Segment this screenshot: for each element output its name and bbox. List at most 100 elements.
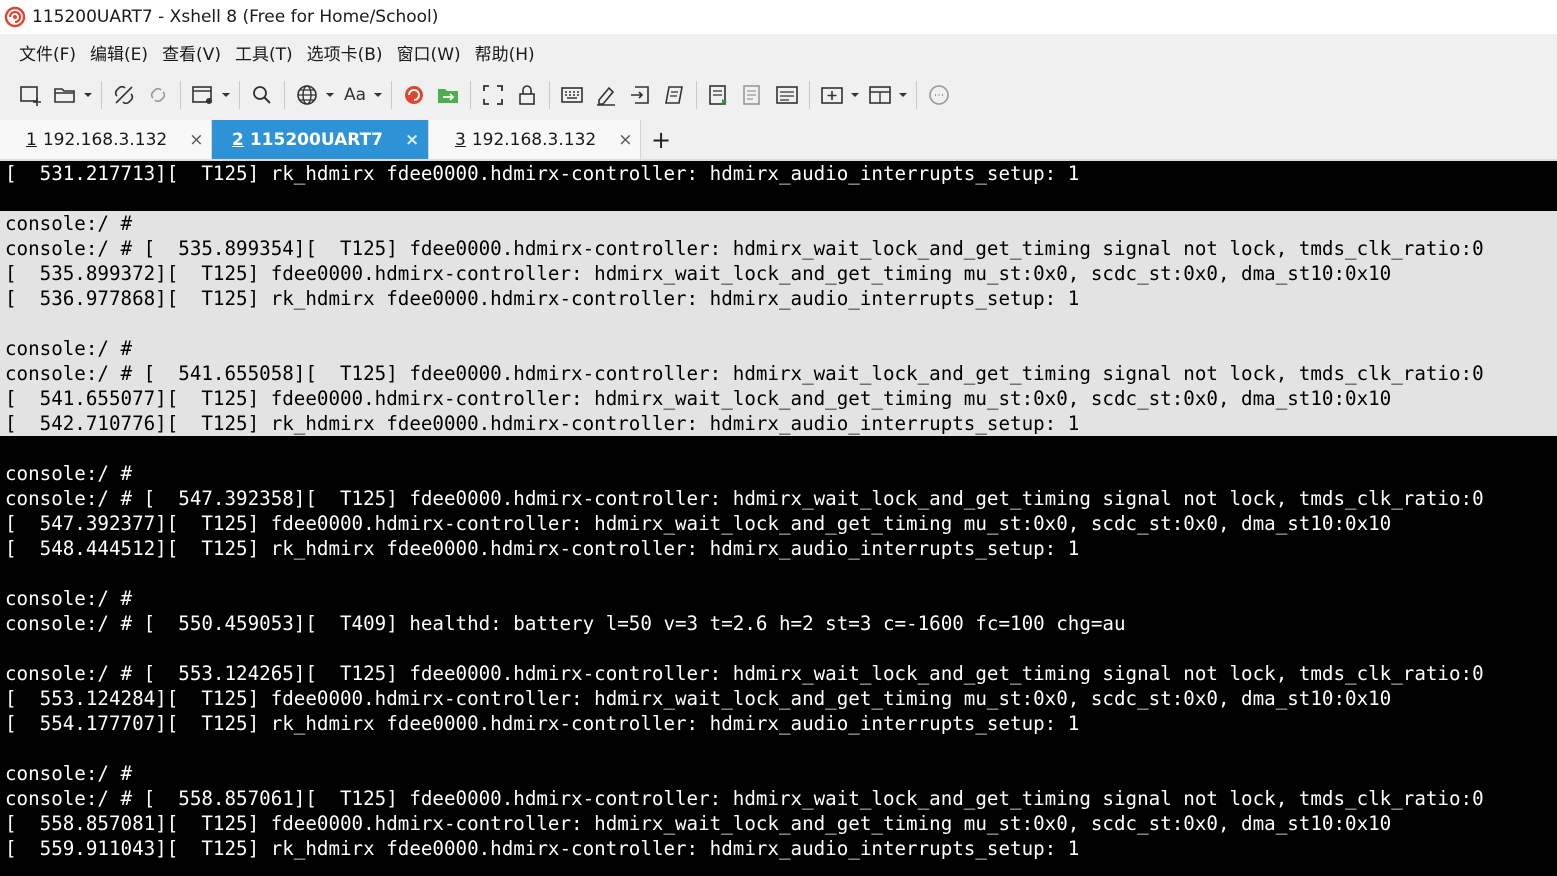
close-icon[interactable]: × — [405, 130, 419, 150]
toolbar-separator — [470, 81, 471, 109]
highlight-icon — [597, 86, 615, 106]
open-session-dropdown[interactable] — [82, 80, 94, 110]
menu-file[interactable]: 文件(F) — [12, 40, 83, 65]
compose-icon — [776, 86, 798, 104]
terminal-line: [ 559.911043][ T125] rk_hdmirx fdee0000.… — [5, 837, 1080, 860]
terminal-line: console:/ # — [5, 587, 133, 610]
chevron-down-icon — [899, 93, 907, 97]
send-button[interactable] — [625, 80, 655, 110]
toolbar-separator — [809, 81, 810, 109]
close-icon[interactable]: × — [189, 130, 203, 150]
terminal-area[interactable]: [ 531.217713][ T125] rk_hdmirx fdee0000.… — [0, 161, 1557, 876]
toolbar-separator — [391, 81, 392, 109]
encoding-dropdown[interactable] — [324, 80, 336, 110]
terminal-line: [ 553.124284][ T125] fdee0000.hdmirx-con… — [5, 687, 1392, 710]
find-button[interactable] — [247, 80, 277, 110]
script-icon — [665, 86, 683, 104]
tab-bar: 1 192.168.3.132 × 2 115200UART7 × 3 192.… — [0, 120, 1557, 161]
disconnect-button[interactable] — [109, 80, 139, 110]
title-bar: 115200UART7 - Xshell 8 (Free for Home/Sc… — [0, 0, 1557, 34]
new-window-dropdown[interactable] — [220, 80, 232, 110]
font-dropdown[interactable] — [372, 80, 384, 110]
tab-session-1[interactable]: 1 192.168.3.132 × — [0, 120, 212, 159]
xftp-icon — [438, 89, 458, 103]
open-folder-icon — [54, 88, 75, 103]
fullscreen-icon — [483, 85, 503, 105]
keyboard-icon — [561, 87, 583, 103]
transfer-button[interactable] — [738, 80, 768, 110]
disconnect-icon — [114, 85, 134, 105]
search-icon — [253, 86, 271, 104]
script-button[interactable] — [659, 80, 689, 110]
terminal-line: [ 531.217713][ T125] rk_hdmirx fdee0000.… — [5, 162, 1080, 185]
keyboard-button[interactable] — [557, 80, 587, 110]
window-title: 115200UART7 - Xshell 8 (Free for Home/Sc… — [32, 7, 439, 27]
menu-tools[interactable]: 工具(T) — [228, 40, 300, 65]
tab-label: 192.168.3.132 — [42, 129, 168, 150]
reconnect-button[interactable] — [143, 80, 173, 110]
menu-edit[interactable]: 编辑(E) — [83, 40, 155, 65]
new-tab-icon — [821, 87, 843, 104]
terminal-line: console:/ # — [5, 762, 133, 785]
tab-number: 1 — [26, 129, 37, 150]
new-tab-dropdown[interactable] — [849, 80, 861, 110]
xshell-logo-icon — [4, 6, 26, 28]
encoding-button[interactable] — [292, 80, 322, 110]
toolbar-separator — [180, 81, 181, 109]
new-window-icon — [192, 86, 212, 104]
chevron-down-icon — [851, 93, 859, 97]
close-icon[interactable]: × — [618, 130, 632, 150]
terminal-line: console:/ # [ 553.124265][ T125] fdee000… — [5, 662, 1484, 685]
toolbar-separator — [916, 81, 917, 109]
globe-icon — [297, 85, 317, 105]
transfer-icon — [743, 85, 760, 105]
terminal-line: console:/ # [ 541.655058][ T125] fdee000… — [0, 361, 1557, 386]
toolbar-separator — [239, 81, 240, 109]
terminal-line: console:/ # — [0, 211, 1557, 236]
terminal-line: console:/ # [ 547.392358][ T125] fdee000… — [5, 487, 1484, 510]
terminal-line: [ 535.899372][ T125] fdee0000.hdmirx-con… — [0, 261, 1557, 286]
chevron-down-icon — [326, 93, 334, 97]
terminal-line: [ 541.655077][ T125] fdee0000.hdmirx-con… — [0, 386, 1557, 411]
new-window-button[interactable] — [188, 80, 218, 110]
reconnect-icon — [150, 87, 166, 103]
fullscreen-button[interactable] — [478, 80, 508, 110]
xshell-button[interactable] — [399, 80, 429, 110]
tab-session-3[interactable]: 3 192.168.3.132 × — [429, 120, 641, 159]
terminal-line: console:/ # — [0, 336, 1557, 361]
xftp-button[interactable] — [433, 80, 463, 110]
menu-tabs[interactable]: 选项卡(B) — [300, 40, 390, 65]
new-session-button[interactable] — [16, 80, 46, 110]
layout-button[interactable] — [865, 80, 895, 110]
toolbar-separator — [696, 81, 697, 109]
open-session-button[interactable] — [50, 80, 80, 110]
terminal-line: [ 554.177707][ T125] rk_hdmirx fdee0000.… — [5, 712, 1080, 735]
lock-icon — [519, 85, 535, 105]
highlight-button[interactable] — [591, 80, 621, 110]
log-button[interactable] — [704, 80, 734, 110]
terminal-line: [ 536.977868][ T125] rk_hdmirx fdee0000.… — [0, 286, 1557, 311]
toolbar-separator — [549, 81, 550, 109]
xshell-window: 115200UART7 - Xshell 8 (Free for Home/Sc… — [0, 0, 1557, 876]
tab-session-2[interactable]: 2 115200UART7 × — [212, 120, 429, 159]
lock-button[interactable] — [512, 80, 542, 110]
font-icon: Aa — [343, 85, 367, 105]
menu-view[interactable]: 查看(V) — [155, 40, 228, 65]
send-icon — [631, 86, 649, 104]
chevron-down-icon — [374, 93, 382, 97]
add-tab-button[interactable]: + — [641, 120, 681, 159]
font-button[interactable]: Aa — [340, 80, 370, 110]
new-session-icon — [20, 86, 41, 106]
menu-window[interactable]: 窗口(W) — [390, 40, 468, 65]
chat-icon — [929, 85, 949, 105]
new-tab-button[interactable] — [817, 80, 847, 110]
compose-button[interactable] — [772, 80, 802, 110]
menu-help[interactable]: 帮助(H) — [468, 40, 542, 65]
layout-icon — [869, 86, 891, 104]
layout-dropdown[interactable] — [897, 80, 909, 110]
chat-button[interactable] — [924, 80, 954, 110]
